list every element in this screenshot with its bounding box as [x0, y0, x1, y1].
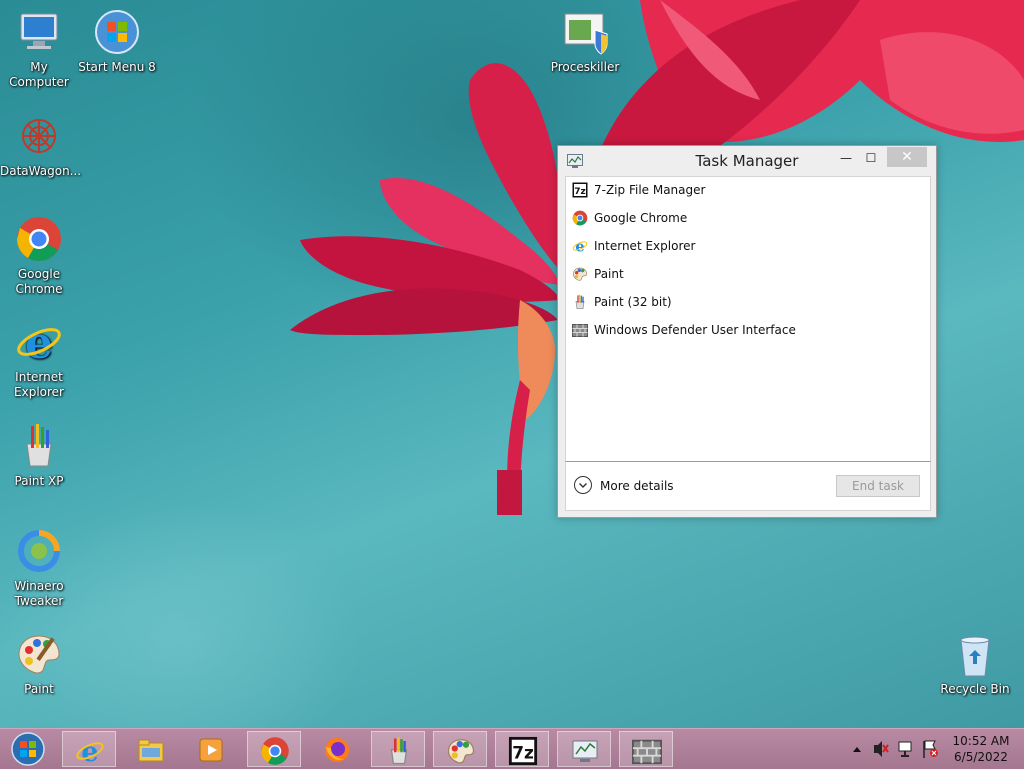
- list-item[interactable]: Paint: [572, 263, 922, 285]
- action-center-flag-icon[interactable]: [920, 729, 940, 769]
- desktop-icon-label: Paint XP: [14, 474, 64, 488]
- list-item[interactable]: Google Chrome: [572, 207, 922, 229]
- firefox-icon: [325, 738, 349, 762]
- svg-text:e: e: [575, 238, 584, 254]
- taskbar-firefox[interactable]: [310, 731, 364, 767]
- internet-explorer-icon: e: [17, 318, 61, 366]
- taskbar-paint[interactable]: [433, 731, 487, 767]
- task-manager-icon: [572, 740, 598, 762]
- defender-wall-icon: [632, 739, 662, 765]
- list-item[interactable]: Windows Defender User Interface: [572, 319, 922, 341]
- task-manager-window[interactable]: Task Manager — ☐ ✕ 7z 7-Zip File Manager…: [557, 145, 937, 518]
- chrome-icon: [572, 210, 588, 226]
- taskbar: e 7z 10:52 AM 6/5/2022: [0, 728, 1024, 769]
- title-bar[interactable]: Task Manager — ☐ ✕: [558, 146, 936, 176]
- clock[interactable]: 10:52 AM 6/5/2022: [946, 733, 1016, 765]
- app-list[interactable]: 7z 7-Zip File Manager Google Chrome e In…: [565, 176, 931, 461]
- clock-date: 6/5/2022: [954, 750, 1008, 764]
- clock-time: 10:52 AM: [952, 734, 1010, 748]
- desktop-icon-datawagon[interactable]: DataWagon...: [0, 112, 82, 179]
- paint-palette-icon: [572, 267, 588, 281]
- svg-text:e: e: [25, 318, 53, 366]
- taskbar-paint-xp[interactable]: [371, 731, 425, 767]
- chevron-down-icon: [574, 476, 592, 494]
- taskbar-chrome[interactable]: [247, 731, 301, 767]
- list-item[interactable]: e Internet Explorer: [572, 235, 922, 257]
- start-orb-icon: [95, 10, 139, 54]
- taskbar-7zip[interactable]: 7z: [495, 731, 549, 767]
- taskbar-internet-explorer[interactable]: e: [62, 731, 116, 767]
- desktop-icon-label: Winaero Tweaker: [14, 579, 64, 608]
- desktop-icon-start-menu-8[interactable]: Start Menu 8: [78, 8, 156, 75]
- app-name: Windows Defender User Interface: [594, 323, 796, 337]
- start-button[interactable]: [4, 730, 48, 768]
- internet-explorer-icon: e: [76, 736, 104, 766]
- defender-wall-icon: [572, 324, 588, 337]
- recycle-bin-icon: [960, 636, 990, 677]
- media-player-icon: [199, 738, 223, 762]
- end-task-button[interactable]: End task: [836, 475, 920, 497]
- desktop-icon-recycle-bin[interactable]: Recycle Bin: [936, 630, 1014, 697]
- desktop-icon-winaero-tweaker[interactable]: Winaero Tweaker: [0, 527, 78, 609]
- 7zip-icon: 7z: [572, 182, 588, 198]
- desktop-icon-internet-explorer[interactable]: e Internet Explorer: [0, 318, 78, 400]
- volume-muted-icon[interactable]: [872, 729, 890, 769]
- desktop-icon-my-computer[interactable]: My Computer: [0, 8, 78, 90]
- svg-text:7z: 7z: [574, 187, 586, 197]
- task-manager-footer: More details End task: [565, 461, 931, 511]
- computer-icon: [20, 13, 58, 49]
- svg-text:e: e: [81, 736, 99, 766]
- app-name: Internet Explorer: [594, 239, 696, 253]
- desktop-icon-proceskiller[interactable]: Proceskiller: [546, 8, 624, 75]
- chrome-icon: [17, 217, 61, 261]
- desktop-icon-paint[interactable]: Paint: [0, 630, 78, 697]
- desktop: My Computer Start Menu 8 DataWagon... Go…: [0, 0, 1024, 728]
- svg-text:7z: 7z: [512, 743, 534, 763]
- desktop-icon-label: My Computer: [9, 60, 69, 89]
- desktop-icon-label: DataWagon...: [0, 164, 82, 178]
- taskbar-file-explorer[interactable]: [124, 731, 178, 767]
- more-details-label: More details: [600, 479, 674, 493]
- minimize-button[interactable]: —: [836, 148, 856, 168]
- desktop-icon-label: Internet Explorer: [14, 370, 64, 399]
- datawagon-icon: [22, 119, 56, 153]
- desktop-icon-google-chrome[interactable]: Google Chrome: [0, 215, 78, 297]
- desktop-icon-label: Paint: [24, 682, 54, 696]
- winaero-tweaker-icon: [18, 530, 60, 572]
- paint-xp-icon: [390, 737, 408, 765]
- desktop-icon-label: Google Chrome: [15, 267, 63, 296]
- tray-chevron-up-icon[interactable]: [850, 729, 864, 769]
- app-name: Paint: [594, 267, 624, 281]
- paint-xp-icon: [26, 424, 52, 467]
- desktop-icon-label: Proceskiller: [550, 60, 620, 74]
- chrome-icon: [261, 737, 289, 765]
- app-name: 7-Zip File Manager: [594, 183, 706, 197]
- close-icon: ✕: [901, 149, 913, 165]
- close-button[interactable]: ✕: [887, 147, 927, 167]
- desktop-icon-label: Start Menu 8: [78, 60, 156, 74]
- proceskiller-icon: [564, 13, 608, 55]
- paint-xp-icon: [575, 294, 585, 309]
- list-item[interactable]: 7z 7-Zip File Manager: [572, 179, 922, 201]
- list-item[interactable]: Paint (32 bit): [572, 291, 922, 313]
- 7zip-icon: 7z: [508, 736, 538, 766]
- maximize-button[interactable]: ☐: [861, 148, 881, 168]
- paint-palette-icon: [447, 739, 475, 764]
- taskbar-media-player[interactable]: [184, 731, 238, 767]
- taskbar-windows-defender[interactable]: [619, 731, 673, 767]
- app-name: Paint (32 bit): [594, 295, 672, 309]
- app-name: Google Chrome: [594, 211, 688, 225]
- taskbar-task-manager[interactable]: [557, 731, 611, 767]
- desktop-icon-paint-xp[interactable]: Paint XP: [0, 422, 78, 489]
- internet-explorer-icon: e: [572, 238, 588, 254]
- paint-palette-icon: [18, 635, 60, 674]
- desktop-icon-label: Recycle Bin: [940, 682, 1010, 696]
- file-explorer-icon: [138, 739, 164, 762]
- network-icon[interactable]: [896, 729, 916, 769]
